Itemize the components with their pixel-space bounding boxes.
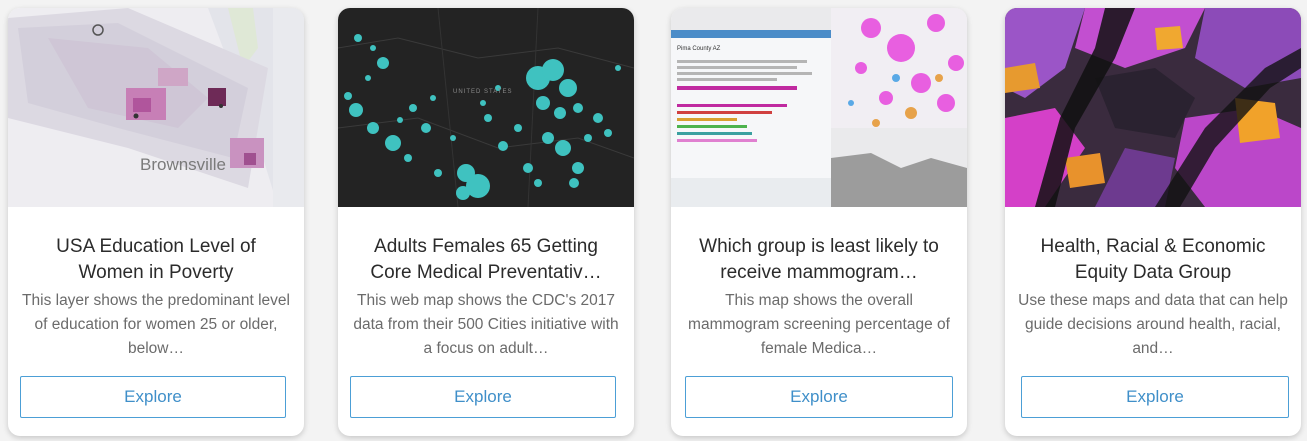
gallery-card[interactable]: Health, Racial & Economic Equity Data Gr… [1005,8,1301,436]
gallery-card[interactable]: Brownsville USA Education Level of Women… [8,8,304,436]
gallery-card[interactable]: Pima County AZ Which group is least like… [671,8,967,436]
card-description: This layer shows the predominant level o… [22,292,290,357]
map-country-label: UNITED STATES [453,89,512,95]
card-description: This web map shows the CDC's 2017 data f… [353,292,619,357]
card-thumbnail-map[interactable]: UNITED STATES [338,8,634,207]
explore-button[interactable]: Explore [20,376,286,418]
map-place-label: Brownsville [140,155,226,174]
card-title[interactable]: USA Education Level of Women in Poverty [22,234,290,286]
card-description: This map shows the overall mammogram scr… [688,292,950,357]
card-title[interactable]: Health, Racial & Economic Equity Data Gr… [1019,234,1287,286]
card-thumbnail-map[interactable]: Pima County AZ [671,8,967,207]
card-title[interactable]: Adults Females 65 Getting Core Medical P… [352,234,620,286]
explore-button[interactable]: Explore [685,376,953,418]
item-gallery: Brownsville USA Education Level of Women… [0,0,1307,441]
explore-button[interactable]: Explore [1021,376,1289,418]
popup-title: Pima County AZ [677,46,721,52]
gallery-card[interactable]: UNITED STATES Adults Females 65 Getting … [338,8,634,436]
card-title[interactable]: Which group is least likely to receive m… [685,234,953,286]
explore-button[interactable]: Explore [350,376,616,418]
card-thumbnail-map[interactable]: Brownsville [8,8,304,207]
card-description: Use these maps and data that can help gu… [1018,292,1288,357]
card-thumbnail-map[interactable] [1005,8,1301,207]
